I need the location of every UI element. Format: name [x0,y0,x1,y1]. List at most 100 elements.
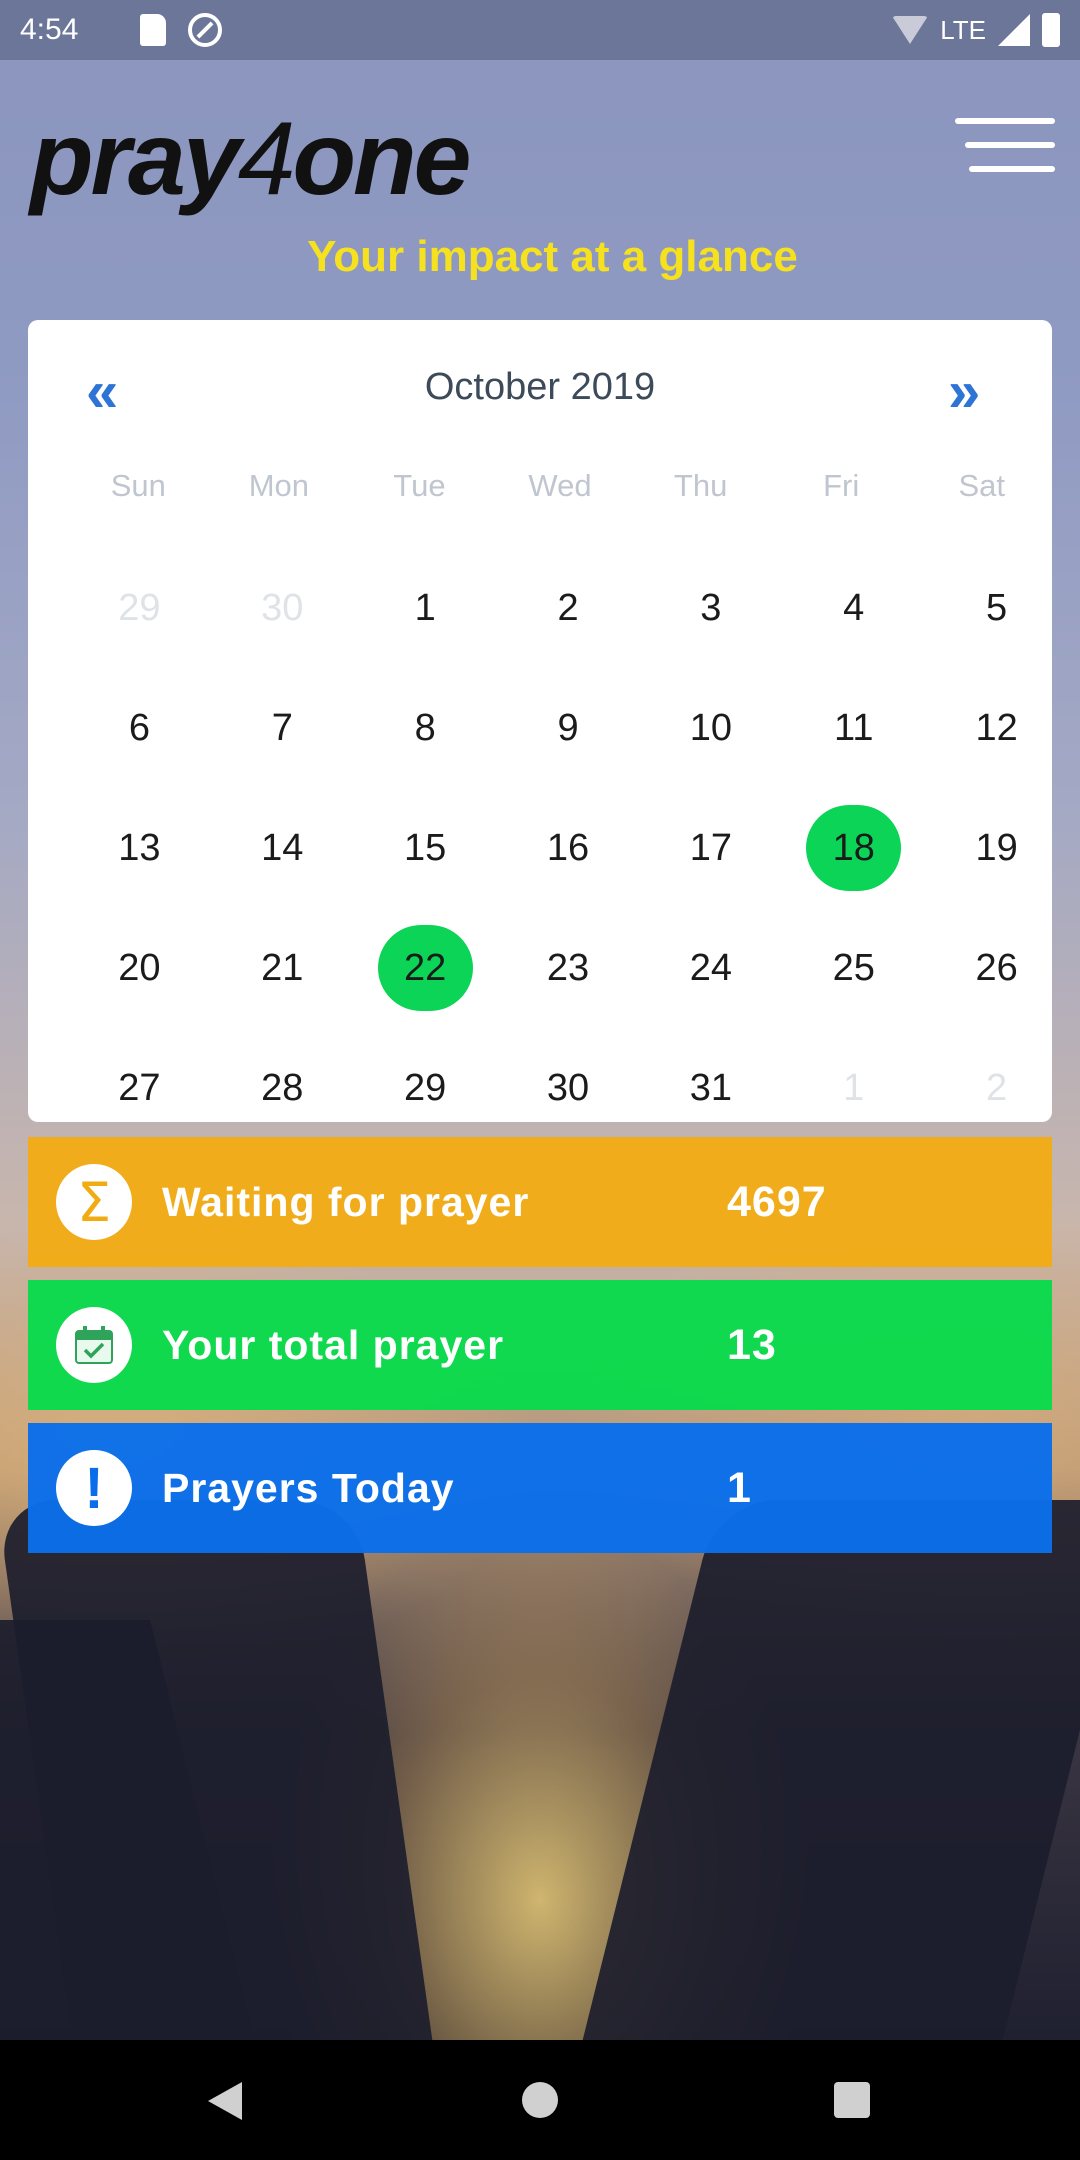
calendar-day-number: 10 [689,707,732,749]
calendar-day[interactable]: 6 [68,668,211,788]
waiting-for-prayer-row[interactable]: Σ Waiting for prayer 4697 [28,1137,1052,1267]
menu-line [965,142,1055,148]
calendar-day[interactable]: 23 [497,908,640,1028]
calendar-day[interactable]: 27 [68,1028,211,1148]
calendar-day-number: 7 [271,707,293,749]
calendar-day[interactable]: 16 [497,788,640,908]
calendar-day[interactable]: 12 [925,668,1068,788]
calendar-day[interactable]: 5 [925,548,1068,668]
calendar-day-number: 1 [414,587,436,629]
calendar-week-row: 13 14 15 16 17 18 19 [68,788,1068,908]
calendar-day[interactable]: 10 [639,668,782,788]
calendar-day-number: 24 [689,947,732,989]
weekday-label: Sun [110,468,166,503]
waiting-label: Waiting for prayer [162,1178,530,1225]
prayers-today-row[interactable]: ! Prayers Today 1 [28,1423,1052,1553]
calendar-day-number: 9 [557,707,579,749]
calendar-day-number: 5 [986,587,1008,629]
battery-icon [1042,13,1060,47]
calendar-day-number: 31 [689,1067,732,1109]
calendar-day-number: 6 [128,707,150,749]
calendar-day-marked[interactable]: 18 [782,788,925,908]
recent-apps-icon[interactable] [834,2082,870,2118]
calendar-day[interactable]: 11 [782,668,925,788]
background-hand-right [562,1500,1080,2040]
calendar-day-number: 29 [118,587,161,629]
total-value: 13 [727,1320,777,1369]
calendar-day[interactable]: 2 [497,548,640,668]
calendar-day[interactable]: 20 [68,908,211,1028]
calendar-day[interactable]: 21 [211,908,354,1028]
calendar-day[interactable]: 1 [782,1028,925,1148]
calendar-day-number: 14 [261,827,304,869]
calendar-check-icon-circle [56,1307,132,1383]
calendar-day-number: 4 [843,587,865,629]
calendar-day[interactable]: 29 [354,1028,497,1148]
sigma-icon: Σ [76,1170,112,1234]
calendar-day-number: 27 [118,1067,161,1109]
calendar-day-number: 26 [975,947,1018,989]
weekday-label: Thu [673,468,728,503]
calendar-month-title: October 2019 [424,366,656,408]
calendar-day[interactable]: 17 [639,788,782,908]
calendar-day[interactable]: 8 [354,668,497,788]
calendar-day-number: 11 [834,707,874,749]
calendar-day[interactable]: 28 [211,1028,354,1148]
calendar-day[interactable]: 25 [782,908,925,1028]
weekday-header: Sun Mon Tue Wed Thu Fri Sat [28,468,1052,504]
calendar-day-number: 23 [546,947,590,989]
home-icon[interactable] [522,2082,558,2118]
calendar-day[interactable]: 7 [211,668,354,788]
calendar-day-number: 12 [975,707,1018,749]
app-logo: pray4one [30,100,472,219]
next-month-button[interactable]: » [948,358,980,425]
calendar-day[interactable]: 14 [211,788,354,908]
menu-line [969,166,1055,172]
calendar-day-number: 2 [986,1067,1008,1109]
calendar-day[interactable]: 4 [782,548,925,668]
signal-icon [998,14,1030,46]
calendar-day[interactable]: 13 [68,788,211,908]
status-time: 4:54 [20,13,79,46]
calendar-day-marked[interactable]: 22 [354,908,497,1028]
page-headline: Your impact at a glance [307,232,798,281]
today-label: Prayers Today [162,1464,455,1511]
calendar-week-row: 6 7 8 9 10 11 12 [68,668,1068,788]
calendar-day[interactable]: 31 [639,1028,782,1148]
calendar-day-number: 17 [689,827,732,869]
calendar-day-number: 15 [404,827,447,869]
calendar-week-row: 27 28 29 30 31 1 2 [68,1028,1068,1148]
calendar-day[interactable]: 1 [354,548,497,668]
calendar-day[interactable]: 30 [211,548,354,668]
weekday-label: Fri [823,468,860,503]
calendar-day[interactable]: 26 [925,908,1068,1028]
calendar-check-icon [75,1326,113,1364]
calendar-day[interactable]: 29 [68,548,211,668]
logo-text-pray: pray [30,101,241,217]
network-type: LTE [940,14,986,45]
wifi-off-icon [892,16,929,44]
weekday-label: Sat [958,468,1006,503]
calendar-card: « October 2019 » Sun Mon Tue Wed Thu Fri Sat 2… [28,320,1052,1122]
calendar-day[interactable]: 15 [354,788,497,908]
calendar-day-number: 21 [261,947,304,989]
weekday-label: Mon [248,468,310,503]
calendar-day[interactable]: 30 [497,1028,640,1148]
calendar-day[interactable]: 19 [925,788,1068,908]
sd-card-icon [140,14,166,46]
calendar-day-number: 30 [546,1067,590,1109]
hamburger-menu-icon[interactable] [955,118,1055,174]
status-right-icons: LTE [892,13,1060,47]
back-icon[interactable] [208,2082,242,2120]
calendar-day[interactable]: 24 [639,908,782,1028]
total-prayer-row[interactable]: Your total prayer 13 [28,1280,1052,1410]
dnd-icon [188,13,222,47]
logo-text-one: one [292,101,472,217]
calendar-day[interactable]: 3 [639,548,782,668]
background-hand-left [0,1500,444,2040]
calendar-day-number: 29 [404,1067,447,1109]
calendar-day[interactable]: 9 [497,668,640,788]
calendar-day-number: 16 [546,827,590,869]
calendar-day-number: 8 [414,707,436,749]
calendar-day[interactable]: 2 [925,1028,1068,1148]
